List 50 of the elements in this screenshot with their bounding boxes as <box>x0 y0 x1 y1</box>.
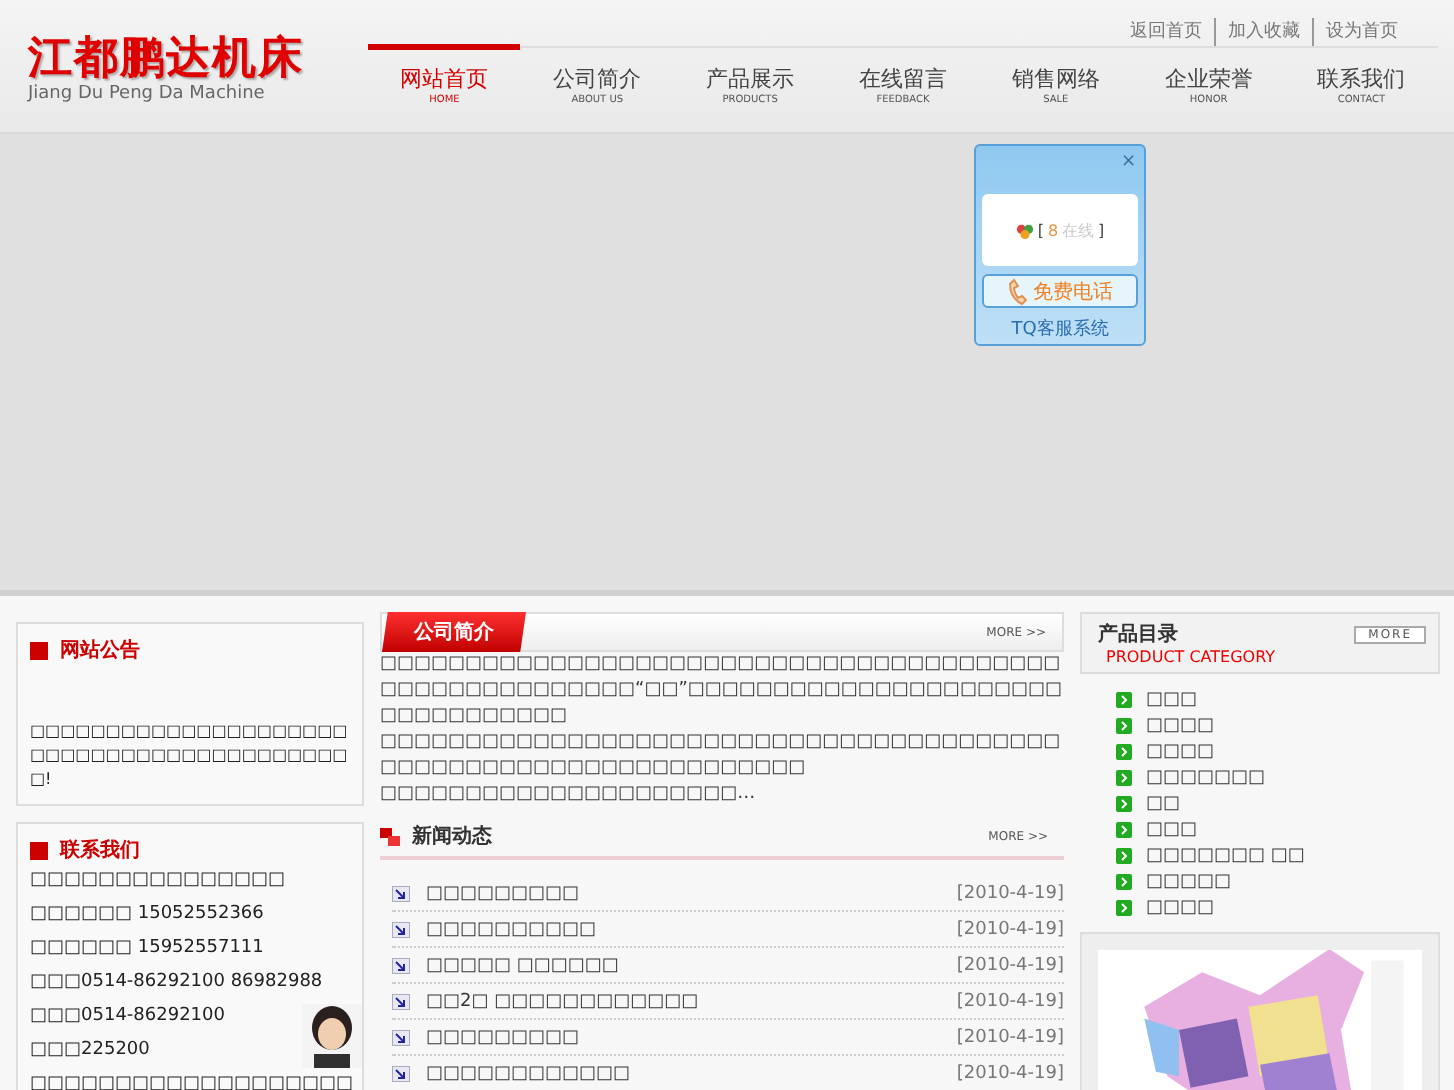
contact-line: □□□0514-86292100 86982988 <box>30 970 325 996</box>
panel-title: 网站公告 <box>60 637 140 664</box>
category-link[interactable]: □□ <box>1146 793 1181 813</box>
contact-line: □□□□□□□□□□□□□□□□□□□ <box>30 1072 350 1090</box>
category-link[interactable]: □□□□ <box>1146 741 1215 761</box>
intro-paragraph: □□□□□□□□□□□□□□□□□□□□□□□□□□□□□□□□□□□□□□□□□□□□□□□□□□□□□□□□□□□□□□□□□ <box>380 730 1063 782</box>
news-date: [2010-4-19] <box>956 955 1064 975</box>
news-link[interactable]: □□□□□□□□□□□□ <box>426 1063 941 1083</box>
contact-line: □□□□□□□□□□□□□□□ <box>30 868 288 894</box>
logo-subtitle: Jiang Du Peng Da Machine <box>28 84 267 104</box>
top-link[interactable]: 加入收藏 <box>1214 18 1300 46</box>
category-link[interactable]: □□□□ <box>1146 715 1215 735</box>
squares-icon <box>380 827 400 845</box>
logo-title: 江都鹏达机床 <box>28 36 306 84</box>
news-link[interactable]: □□□□□ □□□□□□ <box>426 955 941 975</box>
news-date: [2010-4-19] <box>956 991 1064 1011</box>
flower-icon <box>1015 221 1034 239</box>
category-link[interactable]: □□□□□ <box>1146 871 1232 891</box>
category-title: 产品目录 <box>1098 621 1178 648</box>
news-date: [2010-4-19] <box>956 919 1064 939</box>
status-label: 8 <box>1047 221 1059 239</box>
news-link[interactable]: □□2□ □□□□□□□□□□□□ <box>426 991 941 1011</box>
category-link[interactable]: □□□□□□□ □□ <box>1146 845 1305 865</box>
category-link[interactable]: □□□ <box>1146 819 1198 839</box>
status-bracket: [ <box>1037 221 1044 239</box>
news-link[interactable]: □□□□□□□□□ <box>426 1027 941 1047</box>
section-title: 公司简介 <box>382 612 526 652</box>
news-date: [2010-4-19] <box>956 1063 1064 1083</box>
notice-text: □□□□□□□□□□□□□□□□□□□□□□□□□□□□□□□□□□□□□□□□□□□! <box>30 720 350 792</box>
status-bracket: ] <box>1098 221 1105 239</box>
contact-line: □□□0514-86292100 <box>30 1004 227 1030</box>
intro-paragraph: □□□□□□□□□□□□□□□□□□□□□□□□□□□□□□□□□□□□□□□□□□□□□□□□□□□□□□□“□□”□□□□□□□□□□□□□□□□□□□□□□□□□□□□□□□□□ <box>380 652 1064 730</box>
news-link[interactable]: □□□□□□□□□□ <box>426 919 941 939</box>
contact-line: □□□□□□ 15052552366 <box>30 902 266 928</box>
phone-icon <box>1007 277 1027 305</box>
top-link[interactable]: 设为首页 <box>1312 18 1398 46</box>
panel-title: 联系我们 <box>60 837 140 864</box>
news-link[interactable]: □□□□□□□□□ <box>426 883 941 903</box>
category-link[interactable]: □□□□□□□ <box>1146 767 1266 787</box>
intro-paragraph: □□□□□□□□□□□□□□□□□□□□□… <box>380 782 758 808</box>
category-subtitle: PRODUCT CATEGORY <box>1104 648 1278 666</box>
widget-footer: TQ客服系统 <box>1011 316 1109 342</box>
news-date: [2010-4-19] <box>956 1027 1064 1047</box>
top-link[interactable]: 返回首页 <box>1118 18 1202 46</box>
section-title: 新闻动态 <box>412 822 492 850</box>
contact-line: □□□225200 <box>30 1038 152 1064</box>
news-date: [2010-4-19] <box>956 883 1064 903</box>
category-link[interactable]: □□□ <box>1146 689 1198 709</box>
category-link[interactable]: □□□□ <box>1146 897 1215 917</box>
contact-line: □□□□□□ 15952557111 <box>30 936 266 962</box>
